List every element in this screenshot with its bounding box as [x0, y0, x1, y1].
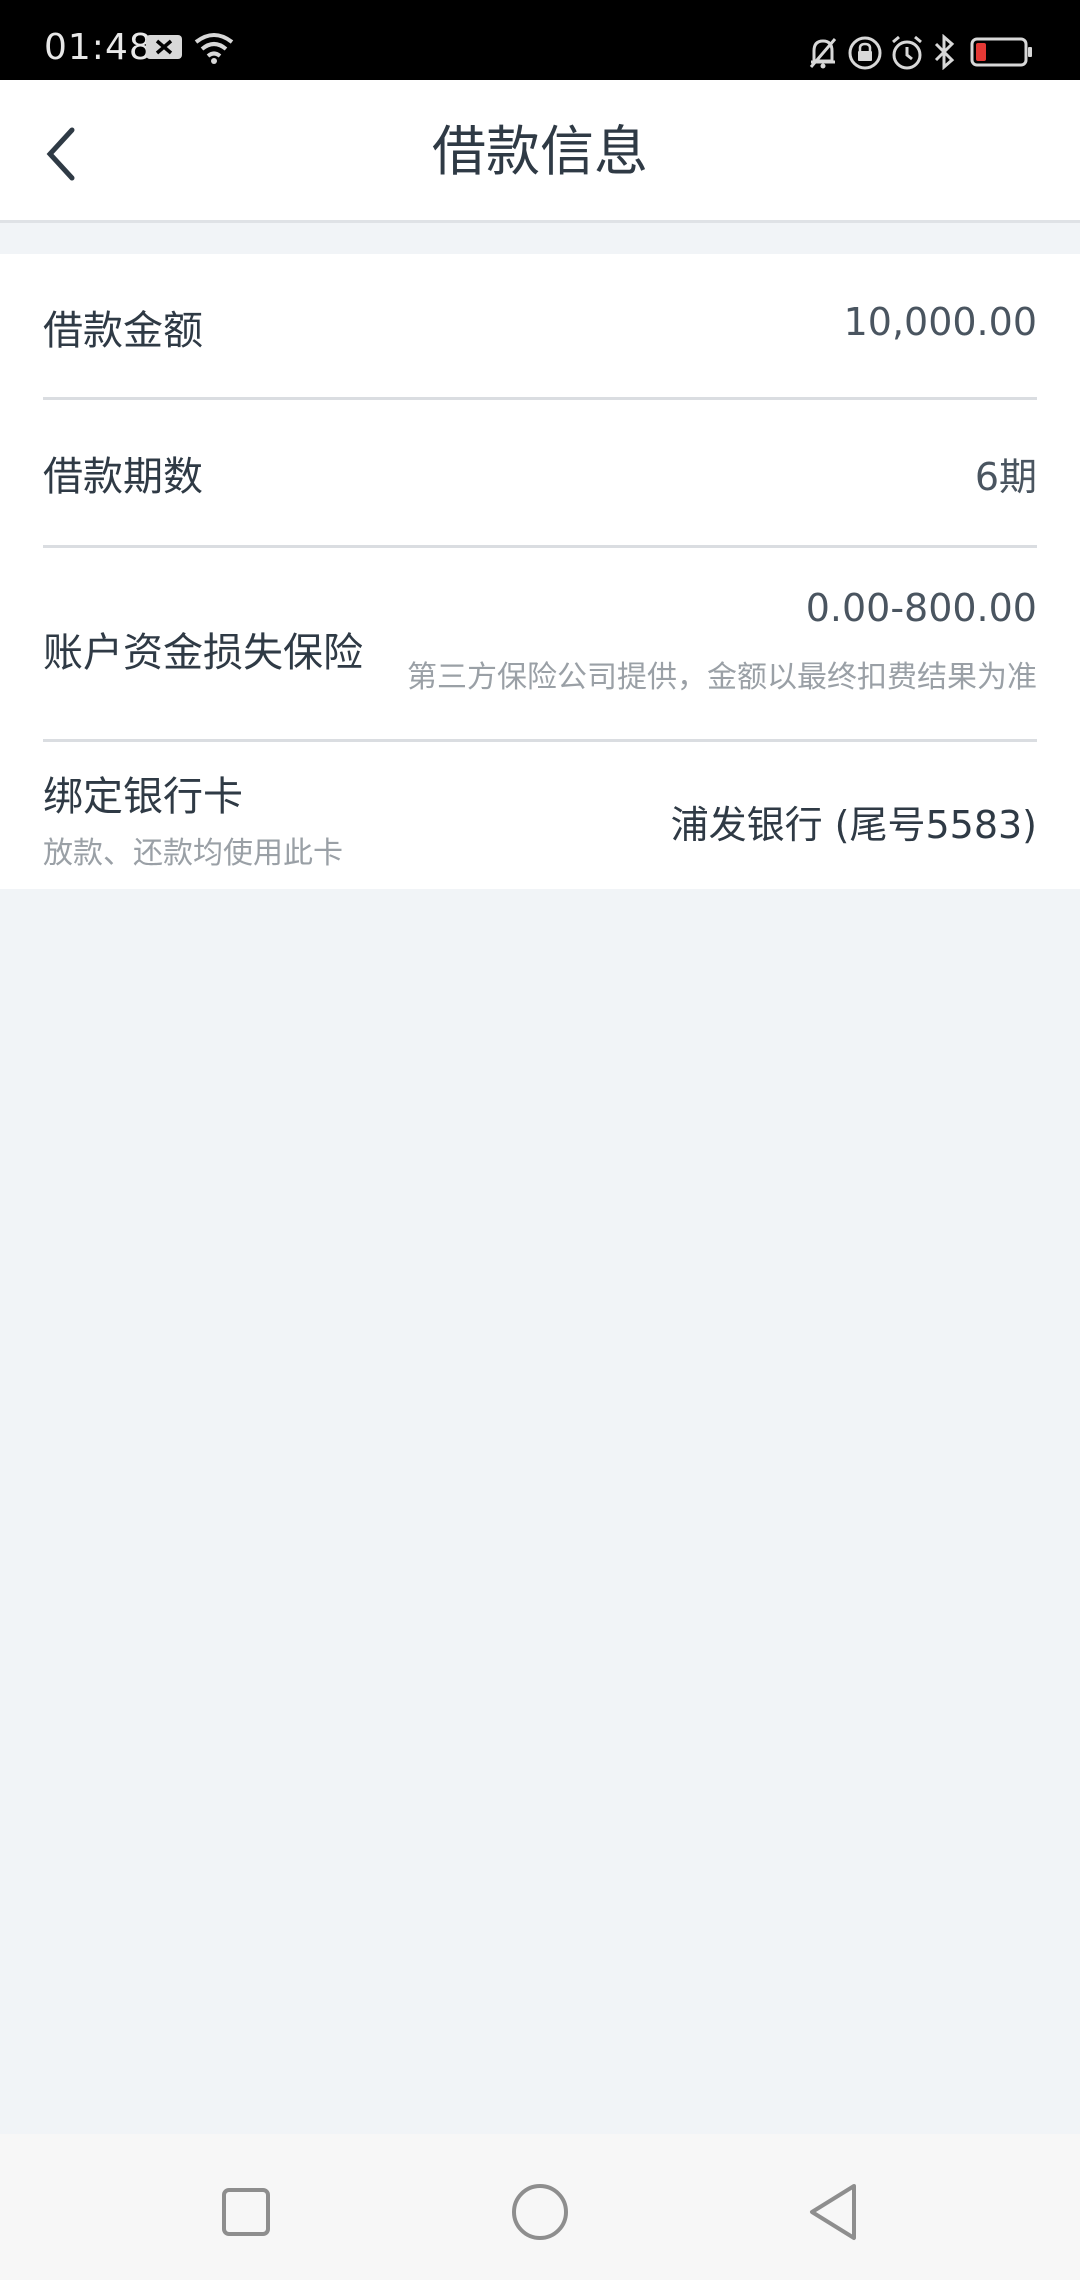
home-icon	[500, 2184, 580, 2256]
alarm-icon	[890, 35, 924, 75]
wifi-icon	[194, 32, 234, 68]
back-button[interactable]	[36, 120, 96, 188]
loan-info-card: 借款金额 10,000.00 借款期数 6期 账户资金损失保险 0.00-800…	[0, 254, 1080, 889]
system-nav-bar	[0, 2134, 1080, 2280]
bell-muted-icon	[806, 36, 840, 74]
recent-apps-button[interactable]	[206, 2172, 286, 2252]
status-time: 01:48	[44, 27, 153, 68]
bank-card-value: 浦发银行 (尾号5583)	[670, 803, 1037, 847]
lock-rotation-icon	[848, 36, 882, 74]
loan-amount-value: 10,000.00	[843, 300, 1037, 344]
loan-amount-label: 借款金额	[43, 308, 203, 354]
list-item-loan-amount: 借款金额 10,000.00	[43, 254, 1037, 397]
insurance-value: 0.00-800.00	[805, 586, 1037, 630]
header-bar: 借款信息	[0, 80, 1080, 223]
bluetooth-icon	[932, 33, 958, 74]
home-button[interactable]	[500, 2172, 580, 2252]
chevron-left-icon	[36, 127, 96, 192]
back-triangle-icon	[794, 2184, 874, 2256]
status-bar: 01:48	[0, 0, 1080, 80]
list-item-loan-periods: 借款期数 6期	[43, 400, 1037, 545]
loan-periods-value: 6期	[974, 455, 1037, 499]
insurance-label: 账户资金损失保险	[43, 630, 363, 676]
message-x-icon	[145, 34, 183, 64]
recent-apps-icon	[206, 2188, 286, 2256]
list-item-insurance: 账户资金损失保险 0.00-800.00 第三方保险公司提供，金额以最终扣费结果…	[43, 548, 1037, 742]
bank-card-label: 绑定银行卡	[43, 774, 243, 820]
page-title: 借款信息	[432, 120, 648, 183]
loan-periods-label: 借款期数	[43, 454, 203, 500]
bank-card-note: 放款、还款均使用此卡	[43, 836, 343, 871]
list-item-bank-card[interactable]: 绑定银行卡 放款、还款均使用此卡 浦发银行 (尾号5583)	[43, 742, 1037, 889]
screen: 01:48 借款信息 借款金额 10,000.00 借款期数 6期 账户资金损失…	[0, 0, 1080, 2280]
nav-back-button[interactable]	[794, 2172, 874, 2252]
battery-low-icon	[970, 37, 1034, 71]
insurance-note: 第三方保险公司提供，金额以最终扣费结果为准	[407, 660, 1037, 695]
